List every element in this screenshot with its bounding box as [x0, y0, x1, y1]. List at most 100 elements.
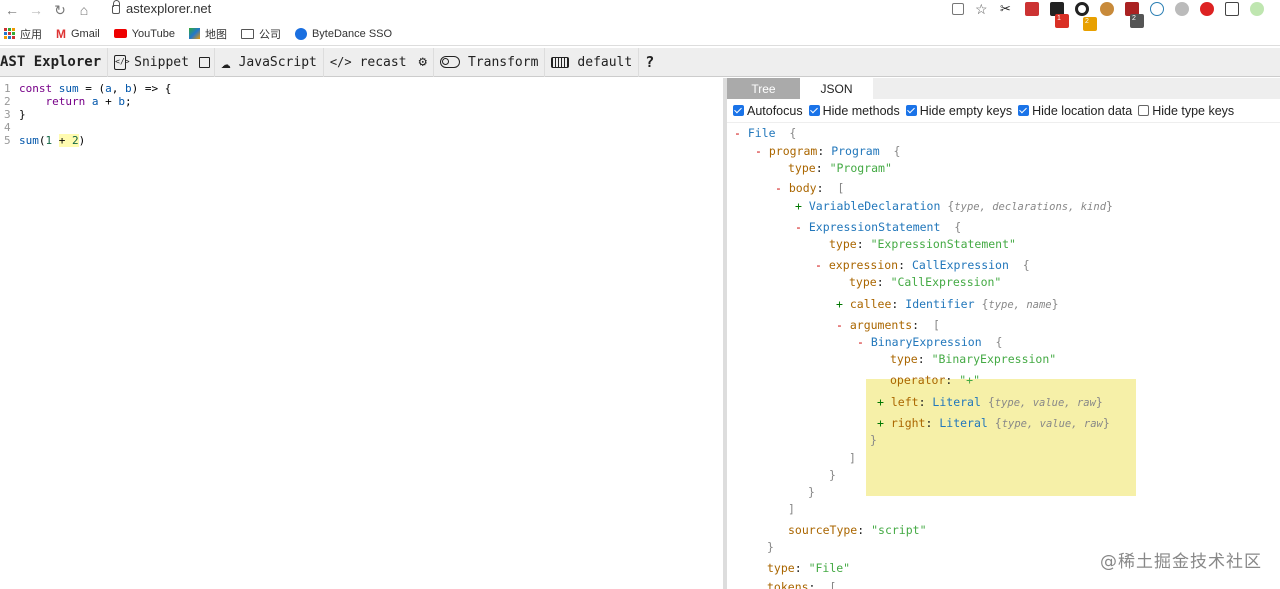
app-toolbar: AST Explorer </> Snippet ☁ JavaScript </…	[0, 47, 1280, 77]
transform-toggle[interactable]: Transform	[432, 47, 544, 77]
bookmark-label: YouTube	[131, 27, 175, 40]
tree-close-brace: }	[808, 485, 815, 499]
extension-e-icon[interactable]	[1225, 2, 1239, 16]
option-hide-location-data[interactable]: Hide location data	[1018, 104, 1132, 118]
bookmark-apps[interactable]: 应用	[4, 26, 42, 42]
bookmark-star-icon[interactable]: ☆	[975, 2, 989, 16]
forward-arrow-icon[interactable]: →	[24, 0, 48, 20]
code-text[interactable]: sum(1 + 2)	[14, 134, 85, 147]
tree-node-expression-statement[interactable]: - ExpressionStatement {	[795, 219, 961, 235]
snippet-label: Snippet	[134, 54, 189, 70]
snippet-button[interactable]: </> Snippet	[107, 47, 195, 77]
scissors-icon[interactable]: ✂	[1000, 2, 1014, 16]
parser-settings-button[interactable]: ⚙	[413, 48, 433, 77]
maps-icon	[188, 28, 200, 39]
tree-close-brace: }	[829, 468, 836, 482]
code-text[interactable]	[14, 121, 19, 134]
tree-prop: type: "Program"	[788, 161, 892, 175]
checkbox-checked-icon[interactable]	[808, 105, 820, 116]
code-text[interactable]: }	[14, 108, 26, 121]
option-hide-methods[interactable]: Hide methods	[808, 104, 900, 118]
help-button[interactable]: ?	[638, 47, 660, 77]
bookmark-company[interactable]: 公司	[240, 26, 281, 42]
watermark-text: @稀土掘金技术社区	[1100, 552, 1262, 572]
ast-output-pane: Tree JSON Autofocus Hide methods Hide em…	[727, 78, 1280, 589]
keymap-label: default	[577, 54, 633, 70]
save-button[interactable]	[195, 48, 214, 77]
tree-node-expression[interactable]: - expression: CallExpression {	[815, 257, 1030, 273]
tree-node-right[interactable]: + right: Literal {type, value, raw}	[877, 415, 1110, 431]
code-text[interactable]: const sum = (a, b) => {	[14, 82, 171, 95]
bookmark-youtube[interactable]: YouTube	[113, 27, 175, 40]
tree-close-bracket: ]	[849, 451, 856, 465]
line-number: 1	[4, 82, 11, 95]
parser-label: recast	[359, 54, 407, 70]
checkbox-checked-icon[interactable]	[733, 105, 744, 116]
tree-node-arguments[interactable]: - arguments: [	[836, 317, 940, 333]
tree-node-tokens[interactable]: tokens: [	[767, 579, 836, 589]
option-label: Hide type keys	[1152, 103, 1235, 118]
adblock-icon[interactable]	[1200, 2, 1214, 16]
code-line: 5 sum(1 + 2)	[0, 134, 723, 147]
apps-grid-icon	[4, 28, 15, 39]
keymap-select[interactable]: default	[544, 47, 638, 77]
bookmark-bytedance-sso[interactable]: ByteDance SSO	[294, 27, 393, 40]
tree-node-callee[interactable]: + callee: Identifier {type, name}	[836, 296, 1059, 312]
youtube-icon	[113, 29, 127, 38]
cookie-icon[interactable]	[1100, 2, 1114, 16]
tree-prop: sourceType: "script"	[788, 523, 927, 537]
option-hide-empty-keys[interactable]: Hide empty keys	[905, 104, 1012, 118]
extension-shield-icon[interactable]: 2	[1125, 2, 1144, 28]
bytedance-sso-icon	[294, 27, 307, 40]
tree-node-file[interactable]: - File {	[734, 125, 796, 141]
toggle-icon	[439, 56, 460, 68]
bookmark-label: ByteDance SSO	[311, 27, 393, 40]
code-text[interactable]: return a + b;	[14, 95, 132, 108]
extension-gray-icon[interactable]	[1175, 2, 1189, 16]
extension-ring-icon[interactable]: 2	[1075, 2, 1097, 31]
tree-node-program[interactable]: - program: Program {	[755, 143, 900, 159]
bookmark-gmail[interactable]: M Gmail	[56, 27, 100, 41]
bookmark-label: 应用	[20, 28, 42, 41]
checkbox-unchecked-icon[interactable]	[1138, 105, 1150, 116]
line-number: 4	[4, 121, 11, 134]
tree-prop: type: "ExpressionStatement"	[829, 237, 1016, 251]
tree-node-binary-expression[interactable]: - BinaryExpression {	[857, 334, 1002, 350]
help-icon: ?	[645, 53, 655, 71]
line-number: 5	[4, 134, 11, 147]
option-autofocus[interactable]: Autofocus	[733, 104, 803, 118]
extension-dark-icon[interactable]: 1	[1050, 2, 1069, 28]
output-tabs: Tree JSON	[727, 78, 1280, 99]
checkbox-checked-icon[interactable]	[905, 105, 917, 116]
tab-tree[interactable]: Tree	[727, 78, 800, 99]
line-number: 3	[4, 108, 11, 121]
code-editor[interactable]: 1 const sum = (a, b) => { 2 return a + b;…	[0, 78, 723, 589]
back-arrow-icon[interactable]: ←	[0, 0, 24, 20]
extension-red-icon[interactable]	[1025, 2, 1039, 16]
tree-node-left[interactable]: + left: Literal {type, value, raw}	[877, 394, 1103, 410]
bookmarks-bar: 应用 M Gmail YouTube 地图 公司 ByteDance SSO	[0, 22, 1280, 46]
folder-icon	[240, 28, 254, 39]
bookmark-maps[interactable]: 地图	[188, 26, 227, 42]
option-hide-type-keys[interactable]: Hide type keys	[1138, 104, 1234, 118]
reload-icon[interactable]: ↻	[48, 0, 72, 20]
code-line: 3}	[0, 108, 723, 121]
translate-icon[interactable]	[952, 3, 964, 15]
language-label: JavaScript	[238, 54, 317, 70]
tree-node-body[interactable]: - body: [	[775, 180, 844, 196]
react-icon[interactable]	[1150, 2, 1164, 16]
checkbox-checked-icon[interactable]	[1018, 105, 1030, 116]
home-icon[interactable]: ⌂	[72, 0, 96, 20]
cloud-icon: ☁	[220, 52, 231, 72]
address-bar[interactable]: astexplorer.net	[112, 0, 211, 16]
tab-json[interactable]: JSON	[800, 78, 873, 99]
parser-select[interactable]: </> recast	[322, 47, 413, 77]
tree-close-brace: }	[767, 540, 774, 554]
language-select[interactable]: ☁ JavaScript	[213, 47, 323, 77]
code-line: 1 const sum = (a, b) => {	[0, 82, 723, 95]
url-text[interactable]: astexplorer.net	[126, 1, 211, 16]
keyboard-icon	[551, 56, 570, 68]
extension-leaf-icon[interactable]	[1250, 2, 1264, 16]
code-line: 4	[0, 121, 723, 134]
tree-node-variable-declaration[interactable]: + VariableDeclaration {type, declaration…	[795, 198, 1113, 214]
